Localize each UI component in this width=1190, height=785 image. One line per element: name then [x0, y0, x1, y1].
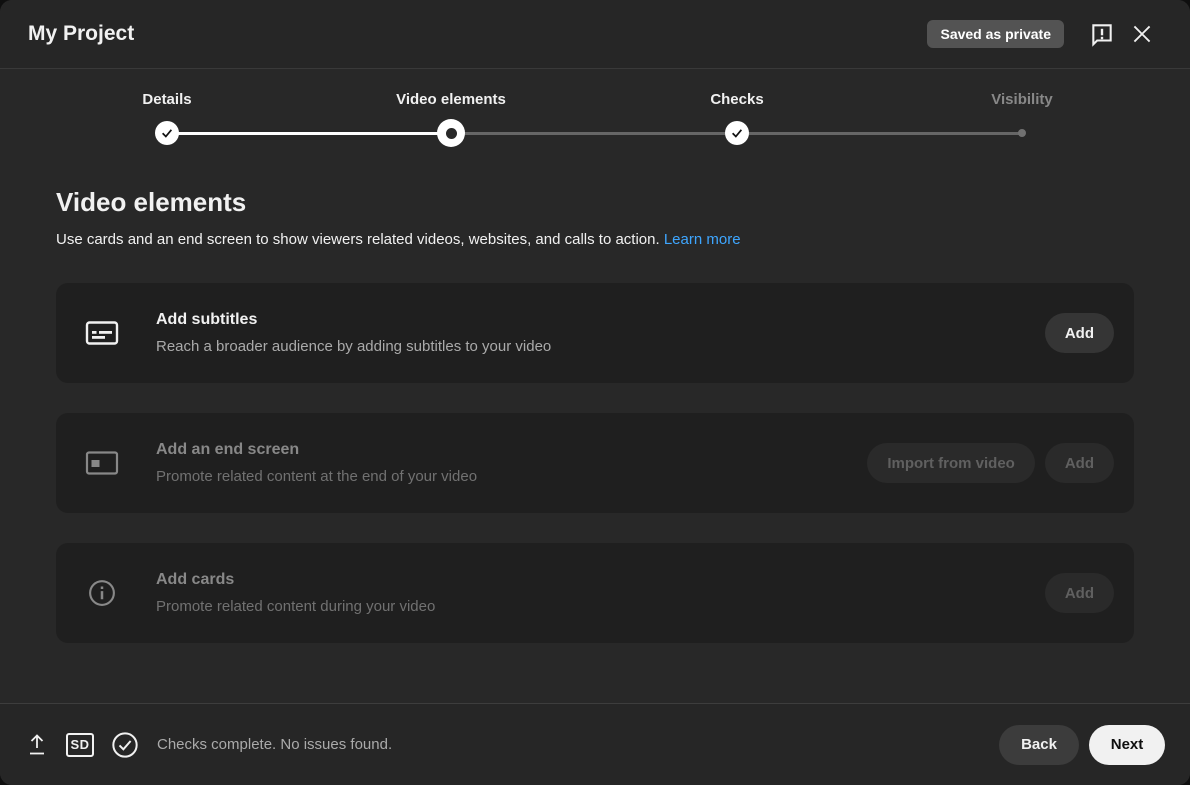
close-button[interactable] — [1122, 14, 1162, 54]
sd-quality-badge-icon: SD — [66, 733, 94, 757]
end-screen-icon — [84, 450, 120, 476]
checks-status-text: Checks complete. No issues found. — [157, 736, 999, 753]
step-label: Video elements — [351, 91, 551, 108]
card-title: Add cards — [156, 571, 1045, 589]
card-title: Add an end screen — [156, 441, 867, 459]
dialog-header: My Project Saved as private — [0, 0, 1190, 69]
step-upcoming-icon — [1018, 129, 1026, 137]
upload-dialog: My Project Saved as private Details — [0, 0, 1190, 785]
step-label: Checks — [637, 91, 837, 108]
next-button[interactable]: Next — [1089, 725, 1165, 765]
checks-complete-icon — [111, 731, 139, 759]
step-complete-check-icon — [725, 121, 749, 145]
add-cards-card: Add cards Promote related content during… — [56, 543, 1134, 643]
card-description: Promote related content during your vide… — [156, 598, 1045, 615]
dialog-title: My Project — [28, 22, 927, 46]
close-icon — [1129, 21, 1155, 47]
feedback-icon — [1089, 21, 1115, 47]
card-description: Reach a broader audience by adding subti… — [156, 338, 1045, 355]
import-from-video-button: Import from video — [867, 443, 1035, 483]
step-video-elements[interactable]: Video elements — [351, 69, 551, 108]
stepper-track-complete — [167, 132, 451, 135]
add-subtitles-button[interactable]: Add — [1045, 313, 1114, 353]
saved-status-badge: Saved as private — [927, 20, 1064, 48]
feedback-button[interactable] — [1082, 14, 1122, 54]
learn-more-link[interactable]: Learn more — [664, 231, 741, 248]
subtitles-icon — [84, 320, 120, 346]
step-label: Visibility — [922, 91, 1122, 108]
back-button[interactable]: Back — [999, 725, 1079, 765]
dialog-footer: SD Checks complete. No issues found. Bac… — [0, 703, 1190, 785]
step-current-icon — [437, 119, 465, 147]
add-subtitles-card: Add subtitles Reach a broader audience b… — [56, 283, 1134, 383]
step-details[interactable]: Details — [67, 69, 267, 108]
main-content: Video elements Use cards and an end scre… — [0, 165, 1190, 673]
step-label: Details — [67, 91, 267, 108]
video-elements-list: Add subtitles Reach a broader audience b… — [0, 283, 1190, 643]
page-description-text: Use cards and an end screen to show view… — [56, 231, 660, 248]
progress-stepper: Details Video elements Checks Visibility — [0, 69, 1190, 165]
step-complete-check-icon — [155, 121, 179, 145]
add-cards-button: Add — [1045, 573, 1114, 613]
page-title: Video elements — [56, 187, 1190, 218]
step-visibility[interactable]: Visibility — [922, 69, 1122, 108]
upload-icon — [25, 732, 49, 758]
card-title: Add subtitles — [156, 311, 1045, 329]
step-checks[interactable]: Checks — [637, 69, 837, 108]
info-icon — [84, 578, 120, 608]
add-end-screen-button: Add — [1045, 443, 1114, 483]
page-description: Use cards and an end screen to show view… — [56, 231, 1134, 248]
add-end-screen-card: Add an end screen Promote related conten… — [56, 413, 1134, 513]
card-description: Promote related content at the end of yo… — [156, 468, 867, 485]
